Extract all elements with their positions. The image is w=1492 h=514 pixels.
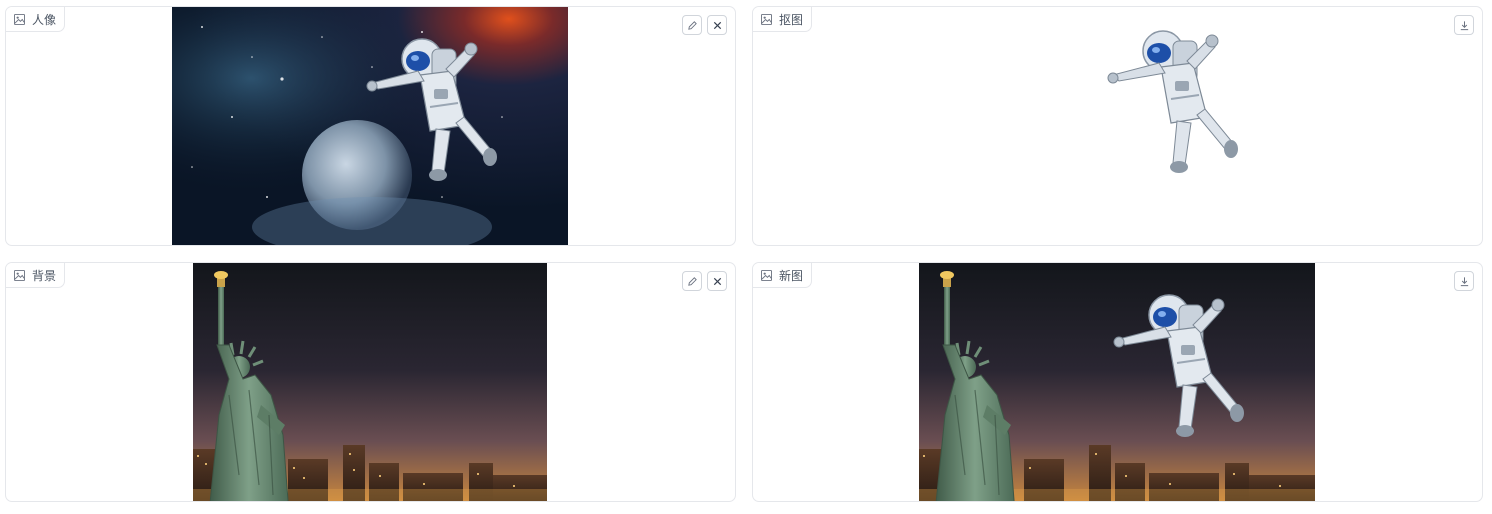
download-button[interactable] (1454, 15, 1474, 35)
edit-icon (687, 276, 697, 286)
download-icon (1460, 20, 1468, 30)
background-label-tag: 背景 (6, 263, 66, 288)
close-button[interactable] (707, 15, 727, 35)
background-label: 背景 (32, 268, 57, 283)
portrait-label-tag: 人像 (6, 7, 66, 32)
close-button[interactable] (707, 271, 727, 291)
composite-panel: 新图 (752, 262, 1483, 502)
background-panel: 背景 (5, 262, 736, 502)
image-icon (761, 13, 772, 25)
cutout-label-tag: 抠图 (753, 7, 813, 32)
cutout-image (1043, 7, 1343, 245)
composite-label-tag: 新图 (753, 263, 813, 288)
image-icon (14, 13, 25, 25)
edit-icon (687, 20, 697, 30)
portrait-image (172, 7, 568, 245)
composite-image (919, 263, 1315, 501)
download-button[interactable] (1454, 271, 1474, 291)
image-icon (14, 269, 25, 281)
close-icon (713, 277, 721, 285)
download-icon (1460, 276, 1468, 286)
background-image (193, 263, 547, 501)
portrait-panel: 人像 (5, 6, 736, 246)
edit-button[interactable] (682, 15, 702, 35)
close-icon (713, 21, 721, 29)
cutout-panel: 抠图 (752, 6, 1483, 246)
cutout-label: 抠图 (779, 12, 804, 27)
portrait-label: 人像 (32, 12, 57, 27)
edit-button[interactable] (682, 271, 702, 291)
image-icon (761, 269, 772, 281)
composite-label: 新图 (779, 268, 804, 283)
